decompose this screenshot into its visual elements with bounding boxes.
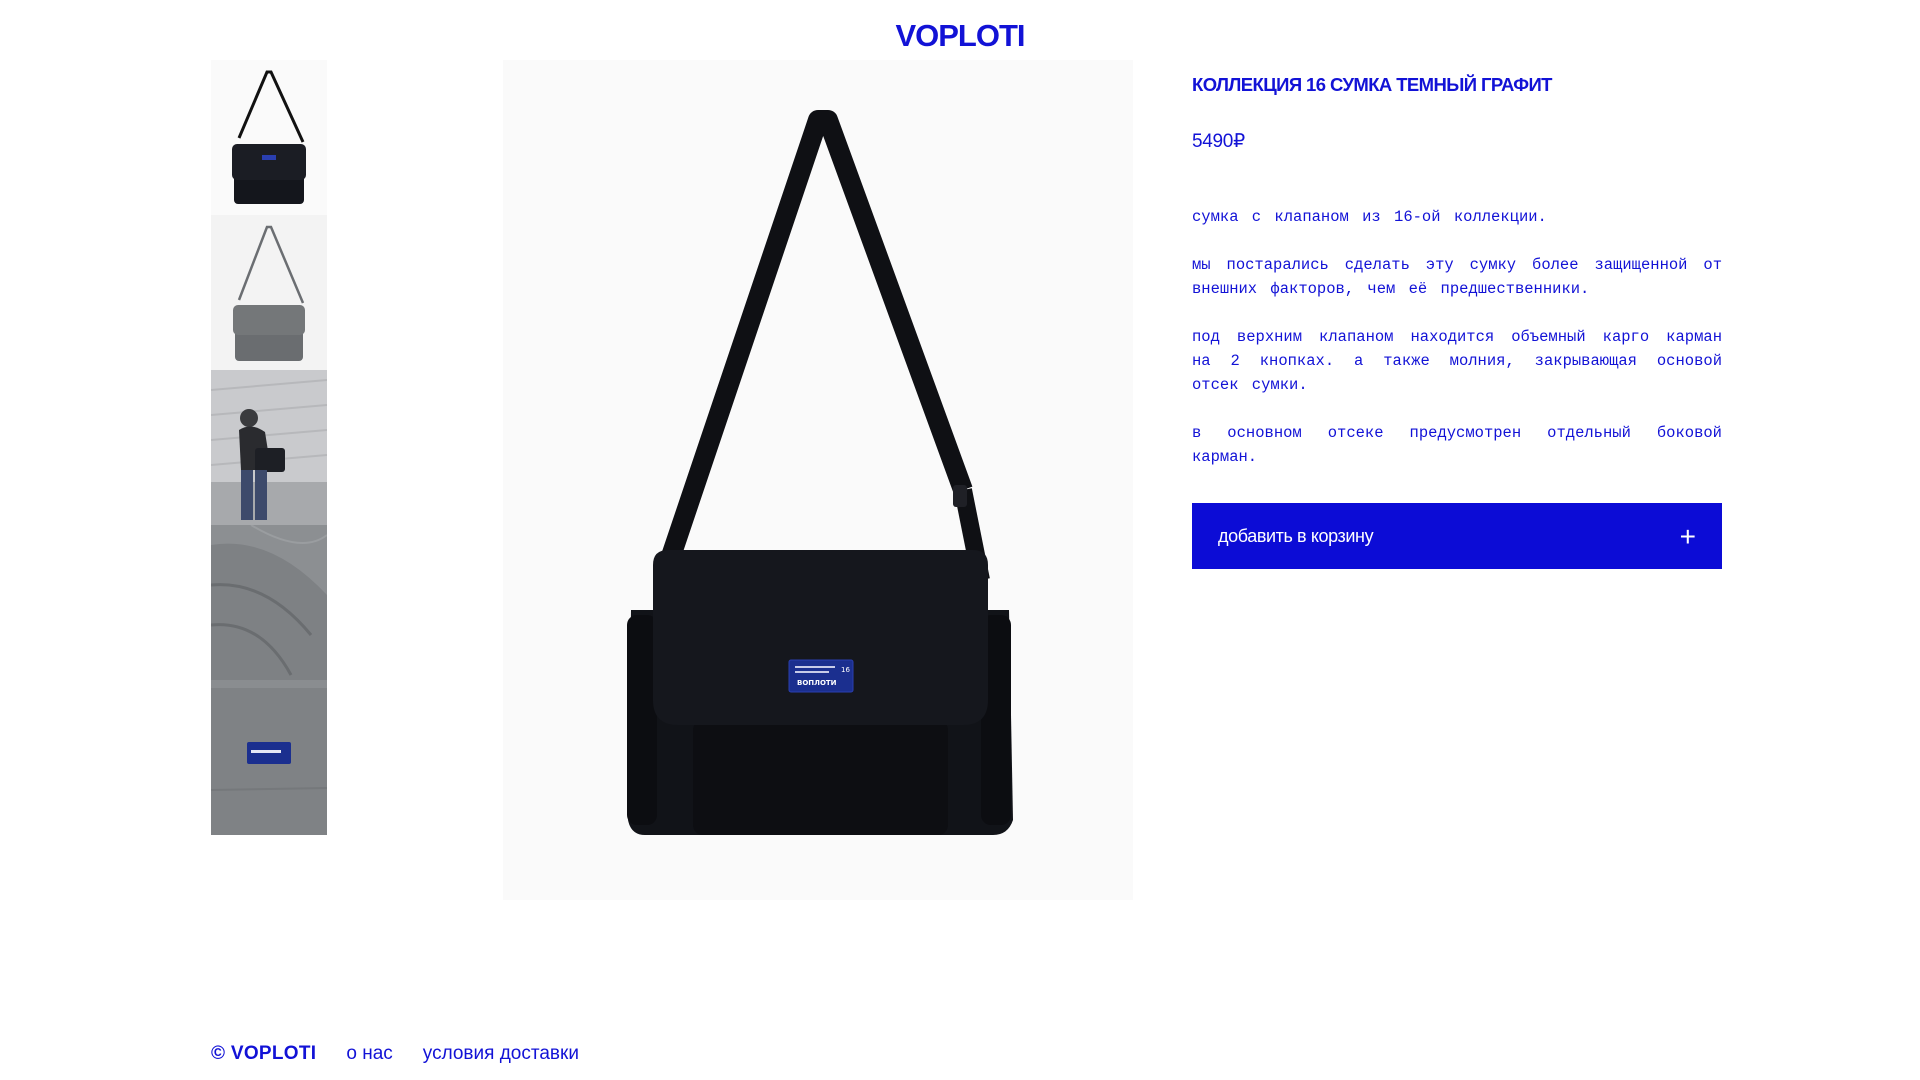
thumbnail-gallery bbox=[211, 60, 327, 835]
footer-link-about[interactable]: о нас bbox=[346, 1043, 392, 1065]
thumbnail-3[interactable] bbox=[211, 370, 327, 525]
description-paragraph: мы постарались сделать эту сумку более з… bbox=[1192, 256, 1722, 298]
thumbnail-4[interactable] bbox=[211, 525, 327, 680]
product-price: 5490₽ bbox=[1192, 131, 1245, 152]
patch-label: ВОПЛОТИ bbox=[797, 679, 837, 687]
site-logo[interactable]: VOPLOTI bbox=[0, 18, 1920, 54]
description-paragraph: сумка с клапаном из 16-ой коллекции. bbox=[1192, 208, 1547, 226]
product-description: сумка с клапаном из 16-ой коллекции. мы … bbox=[1192, 205, 1722, 469]
plus-icon: + bbox=[1679, 521, 1696, 552]
product-title: КОЛЛЕКЦИЯ 16 СУМКА ТЕМНЫЙ ГРАФИТ bbox=[1192, 74, 1552, 95]
description-paragraph: в основном отсеке предусмотрен отдельный… bbox=[1192, 424, 1722, 466]
description-paragraph: под верхним клапаном находится объемный … bbox=[1192, 328, 1722, 394]
footer: © VOPLOTI о нас условия доставки bbox=[211, 1043, 609, 1065]
product-info: КОЛЛЕКЦИЯ 16 СУМКА ТЕМНЫЙ ГРАФИТ 5490₽ с… bbox=[1192, 72, 1722, 493]
product-main-image[interactable]: 16 ВОПЛОТИ bbox=[503, 60, 1133, 900]
footer-link-delivery[interactable]: условия доставки bbox=[423, 1043, 579, 1065]
thumbnail-2[interactable] bbox=[211, 215, 327, 370]
thumbnail-1[interactable] bbox=[211, 60, 327, 215]
patch-number: 16 bbox=[841, 666, 850, 674]
thumbnail-5[interactable] bbox=[211, 680, 327, 835]
add-to-cart-button[interactable]: добавить в корзину + bbox=[1192, 503, 1722, 569]
footer-copyright: © VOPLOTI bbox=[211, 1043, 317, 1064]
add-to-cart-label: добавить в корзину bbox=[1218, 525, 1374, 546]
